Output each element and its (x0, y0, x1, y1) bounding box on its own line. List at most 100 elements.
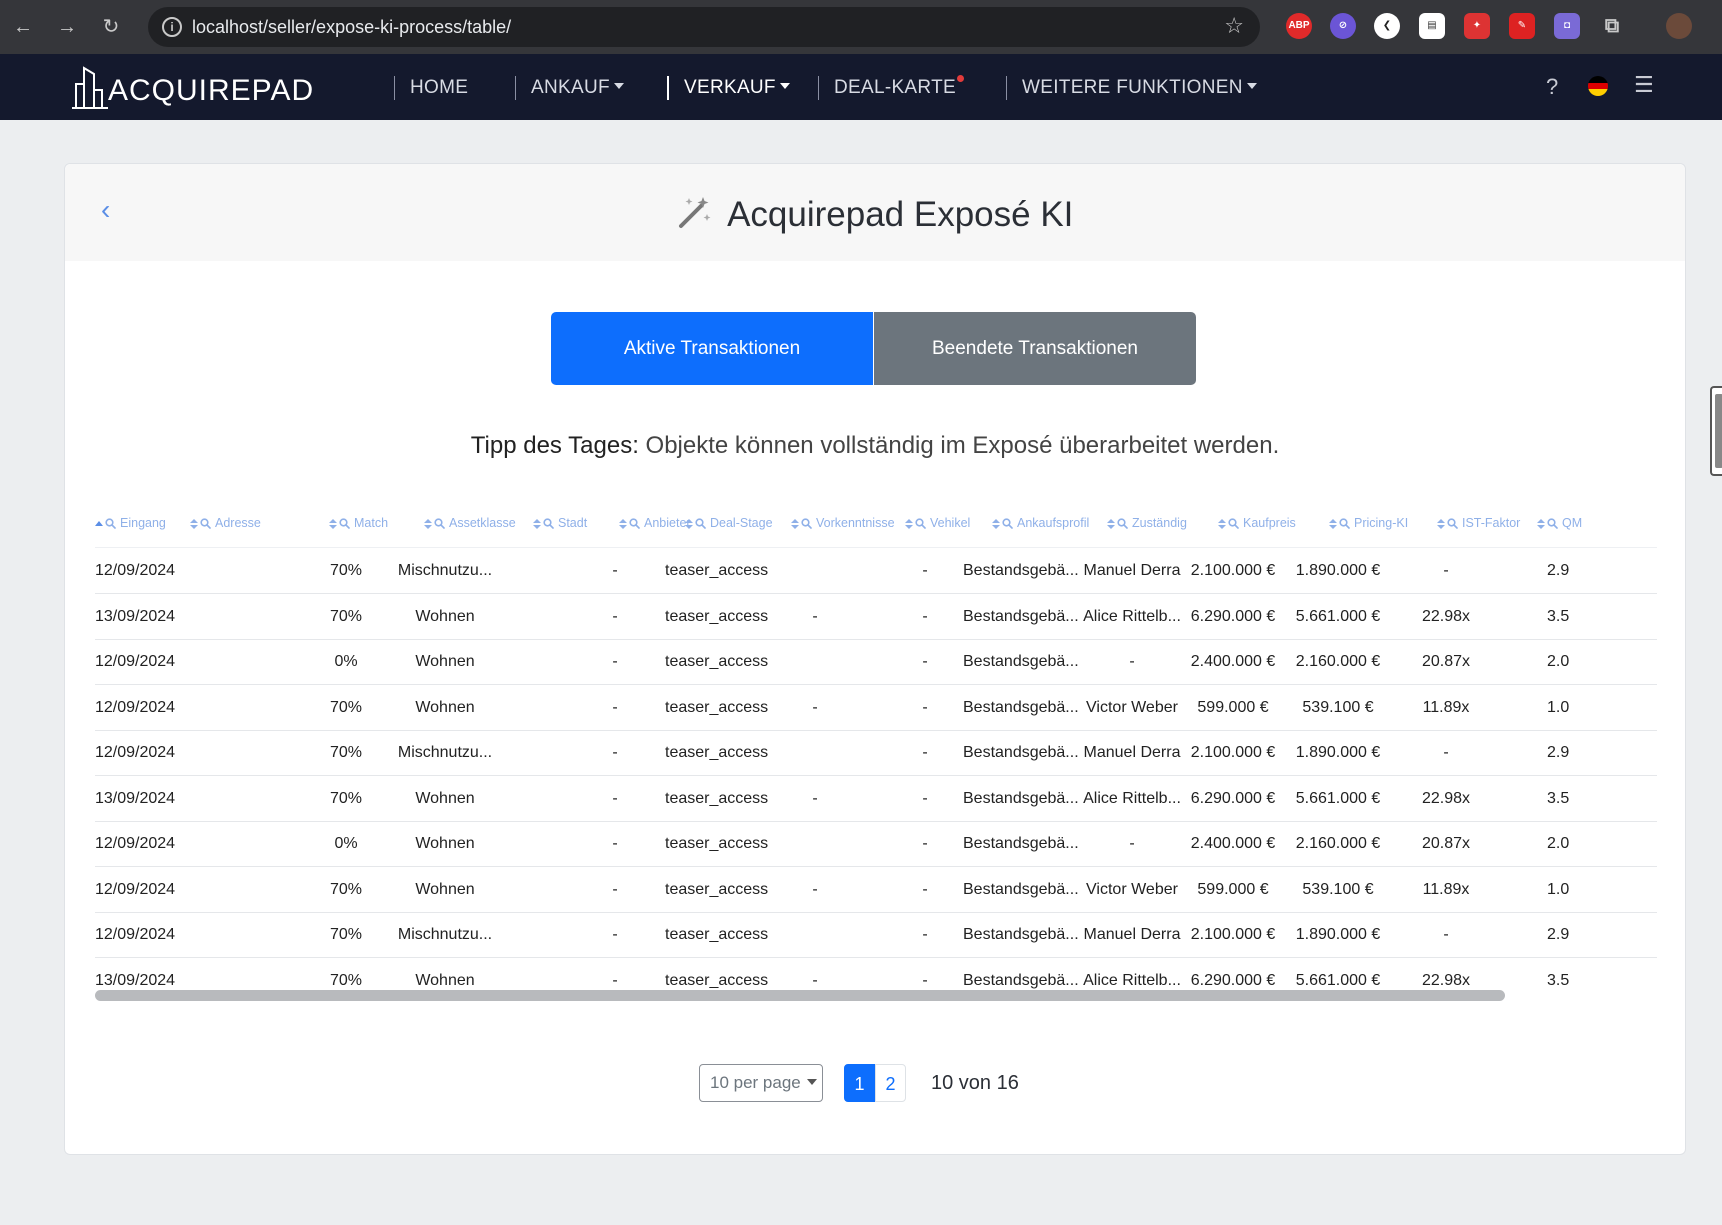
page-2-button[interactable]: 2 (875, 1064, 906, 1102)
table-row[interactable]: 12/09/2024 0% Wohnen - teaser_access - Bestand… (95, 639, 1657, 685)
reload-icon[interactable]: ↻ (96, 12, 126, 42)
extension-icon[interactable]: ◘ (1554, 13, 1580, 39)
column-header[interactable]: Assetklasse (424, 516, 516, 530)
german-flag-icon[interactable] (1588, 76, 1608, 102)
search-icon[interactable] (1339, 518, 1350, 530)
sort-icon[interactable] (1537, 518, 1545, 530)
cell-asset: Wohnen (415, 971, 475, 989)
sort-icon[interactable] (1437, 518, 1445, 530)
extensions-puzzle-icon[interactable]: ⧉ (1599, 13, 1625, 39)
sort-icon[interactable] (1218, 518, 1226, 530)
table-row[interactable]: 13/09/2024 70% Wohnen - teaser_access - - Besta… (95, 776, 1657, 822)
cell-qm: 2.9 (1547, 744, 1570, 761)
column-header[interactable]: QM (1537, 516, 1582, 530)
sort-icon[interactable] (424, 518, 432, 530)
search-icon[interactable] (1447, 518, 1458, 530)
column-header[interactable]: Pricing-KI (1329, 516, 1408, 530)
search-icon[interactable] (1228, 518, 1239, 530)
column-header[interactable]: Adresse (190, 516, 261, 530)
nav-ankauf[interactable]: ANKAUF (515, 76, 624, 100)
hamburger-menu-icon[interactable]: ☰ (1634, 72, 1654, 98)
column-header[interactable]: Match (329, 516, 388, 530)
cell-stage: teaser_access (665, 653, 769, 670)
ended-transactions-button[interactable]: Beendete Transaktionen (874, 312, 1196, 385)
per-page-select[interactable]: 10 per page (699, 1064, 823, 1102)
search-icon[interactable] (339, 518, 350, 530)
sort-icon[interactable] (329, 518, 337, 530)
search-icon[interactable] (105, 518, 116, 530)
sort-icon[interactable] (791, 518, 799, 530)
column-header[interactable]: Vorkenntnisse (791, 516, 895, 530)
column-header[interactable]: Stadt (533, 516, 587, 530)
site-info-icon[interactable]: i (162, 17, 182, 37)
column-header[interactable]: Deal-Stage (685, 516, 773, 530)
column-header[interactable]: Zuständig (1107, 516, 1187, 530)
bookmark-star-icon[interactable]: ☆ (1224, 13, 1244, 39)
back-arrow-icon[interactable]: ← (8, 12, 38, 42)
extension-icon[interactable]: ✦ (1464, 13, 1490, 39)
nav-home[interactable]: HOME (394, 76, 468, 100)
table-row[interactable]: 12/09/2024 70% Mischnutzu... - teaser_access… (95, 548, 1657, 594)
cell-asset: Wohnen (415, 698, 475, 716)
per-page-value: 10 per page (710, 1073, 801, 1092)
adblock-extension-icon[interactable]: ABP (1286, 13, 1312, 39)
search-icon[interactable] (629, 518, 640, 530)
side-panel-tab[interactable] (1710, 386, 1722, 476)
extension-icon[interactable]: ❮ (1374, 13, 1400, 39)
sort-icon[interactable] (95, 519, 103, 529)
nav-weitere-funktionen[interactable]: WEITERE FUNKTIONEN (1006, 76, 1257, 100)
active-transactions-button[interactable]: Aktive Transaktionen (551, 312, 873, 385)
sort-icon[interactable] (533, 518, 541, 530)
nav-deal-karte[interactable]: DEAL-KARTE (818, 75, 964, 100)
cell-kaufpreis: 2.100.000 € (1190, 744, 1276, 761)
table-row[interactable]: 12/09/2024 70% Mischnutzu... - teaser_access… (95, 730, 1657, 776)
column-label: Stadt (558, 516, 588, 530)
column-header[interactable]: Kaufpreis (1218, 516, 1296, 530)
search-icon[interactable] (1002, 518, 1013, 530)
table-row[interactable]: 12/09/2024 70% Wohnen - teaser_access - - Besta… (95, 867, 1657, 913)
search-icon[interactable] (200, 518, 211, 530)
column-header[interactable]: Vehikel (905, 516, 970, 530)
search-icon[interactable] (801, 518, 812, 530)
help-icon[interactable]: ? (1546, 74, 1558, 100)
sort-icon[interactable] (905, 518, 913, 530)
cell-zust: Manuel Derra (1083, 744, 1181, 761)
table-row[interactable]: 13/09/2024 70% Wohnen - teaser_access - - Besta… (95, 594, 1657, 640)
column-label: Eingang (120, 516, 166, 530)
search-icon[interactable] (915, 518, 926, 530)
column-header[interactable]: Anbieter (619, 516, 691, 530)
column-header[interactable]: Eingang (95, 516, 166, 530)
search-icon[interactable] (1547, 518, 1558, 530)
table-row[interactable]: 12/09/2024 0% Wohnen - teaser_access - Bestand… (95, 821, 1657, 867)
table-row[interactable]: 12/09/2024 70% Wohnen - teaser_access - - Besta… (95, 685, 1657, 731)
address-bar[interactable]: i localhost/seller/expose-ki-process/tab… (148, 7, 1260, 47)
sort-icon[interactable] (685, 518, 693, 530)
cell-pricing: 5.661.000 € (1295, 789, 1381, 807)
sort-icon[interactable] (1329, 518, 1337, 530)
column-header[interactable]: Ankaufsprofil (992, 516, 1089, 530)
search-icon[interactable] (543, 518, 554, 530)
acquirepad-logo[interactable]: ACQUIREPAD (70, 64, 320, 110)
table-row[interactable]: 12/09/2024 70% Mischnutzu... - teaser_access… (95, 912, 1657, 958)
sort-icon[interactable] (190, 518, 198, 530)
cell-ist: 11.89x (1422, 698, 1470, 716)
cell-match: 70% (329, 607, 363, 625)
sort-icon[interactable] (992, 518, 1000, 530)
horizontal-scrollbar[interactable] (95, 990, 1505, 1001)
cell-zust: - (1129, 653, 1135, 670)
column-header[interactable]: IST-Faktor (1437, 516, 1520, 530)
extension-icon[interactable]: ⊘ (1330, 13, 1356, 39)
extension-icon[interactable]: ✎ (1509, 13, 1535, 39)
extension-icon[interactable]: ▤ (1419, 13, 1445, 39)
cell-zust: Alice Rittelb... (1083, 971, 1181, 989)
cell-eingang: 13/09/2024 (95, 607, 176, 625)
profile-avatar[interactable] (1666, 13, 1692, 39)
forward-arrow-icon[interactable]: → (52, 12, 82, 42)
search-icon[interactable] (695, 518, 706, 530)
page-1-button[interactable]: 1 (844, 1064, 875, 1102)
sort-icon[interactable] (1107, 518, 1115, 530)
sort-icon[interactable] (619, 518, 627, 530)
search-icon[interactable] (434, 518, 445, 530)
nav-verkauf[interactable]: VERKAUF (667, 76, 790, 100)
search-icon[interactable] (1117, 518, 1128, 530)
